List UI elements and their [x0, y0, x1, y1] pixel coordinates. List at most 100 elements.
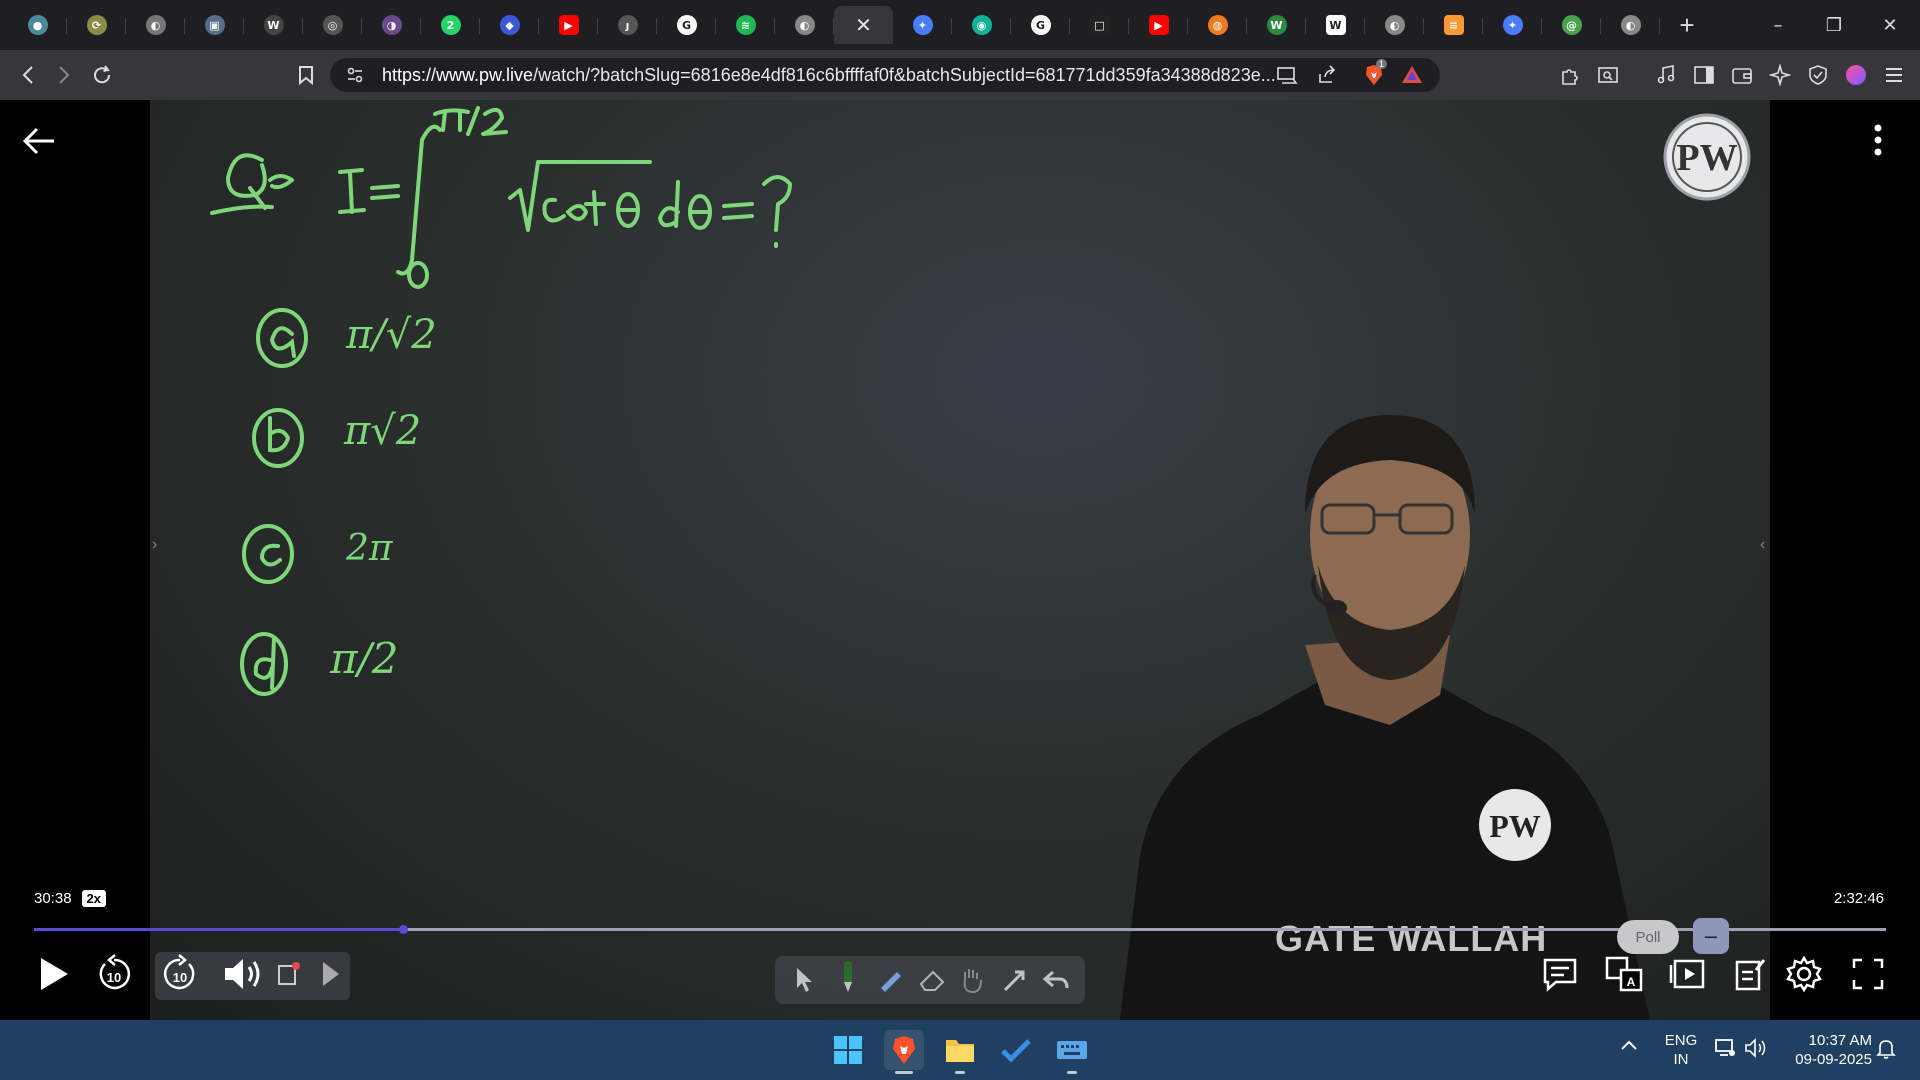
- bookmark-icon[interactable]: [290, 59, 322, 91]
- browser-tab[interactable]: ≡: [1424, 6, 1483, 44]
- browser-tab[interactable]: G: [1011, 6, 1070, 44]
- translate-icon[interactable]: A: [1604, 950, 1644, 998]
- leo-ai-icon[interactable]: [1768, 63, 1792, 87]
- restore-window-button[interactable]: ❐: [1806, 0, 1862, 50]
- browser-tab[interactable]: ▶: [1129, 6, 1188, 44]
- browser-tab[interactable]: ✦: [893, 6, 952, 44]
- profile-avatar[interactable]: [1844, 63, 1868, 87]
- start-button[interactable]: [828, 1030, 868, 1070]
- browser-tab[interactable]: ◐: [126, 6, 185, 44]
- cast-icon[interactable]: [1276, 64, 1298, 91]
- ai-chat-icon: ●: [27, 15, 48, 35]
- browser-tab[interactable]: G: [657, 6, 716, 44]
- volume-tray-icon[interactable]: [1744, 1038, 1768, 1063]
- browser-tab[interactable]: ▣: [185, 6, 244, 44]
- wallet-icon[interactable]: [1730, 63, 1754, 87]
- minimize-window-button[interactable]: –: [1750, 0, 1806, 50]
- browser-tab[interactable]: ◎: [303, 6, 362, 44]
- youtube-icon: ▶: [1148, 15, 1169, 35]
- pointer-tool-icon[interactable]: [793, 966, 817, 999]
- volume-button[interactable]: [220, 950, 266, 998]
- site-settings-icon[interactable]: [346, 66, 364, 89]
- left-panel-chevron-icon[interactable]: ›: [152, 536, 157, 554]
- reload-button[interactable]: [86, 59, 118, 91]
- browser-tab[interactable]: ▶: [539, 6, 598, 44]
- pen-tool-icon[interactable]: [837, 960, 859, 999]
- close-tab-icon: ✕: [855, 14, 872, 37]
- browser-tab[interactable]: ◍: [1188, 6, 1247, 44]
- seek-bar[interactable]: [34, 925, 1886, 934]
- browser-tab[interactable]: ◐: [1365, 6, 1424, 44]
- chat-icon[interactable]: [1540, 950, 1580, 998]
- back-arrow-icon[interactable]: [22, 126, 56, 161]
- slides-icon[interactable]: [1668, 950, 1708, 998]
- browser-tab[interactable]: @: [1542, 6, 1601, 44]
- browser-tab[interactable]: W: [1306, 6, 1365, 44]
- right-panel-chevron-icon[interactable]: ‹: [1760, 536, 1765, 554]
- current-time-label: 30:38: [34, 890, 72, 907]
- sidebar-toggle-icon[interactable]: [1692, 63, 1716, 87]
- extensions-icon[interactable]: [1558, 63, 1582, 87]
- taskbar-keyboard-icon[interactable]: [1052, 1030, 1092, 1074]
- address-bar[interactable]: https://www.pw.live/watch/?batchSlug=681…: [330, 58, 1440, 92]
- taskbar-todo-icon[interactable]: [996, 1030, 1036, 1070]
- next-tool-icon[interactable]: [316, 950, 346, 998]
- browser-tab[interactable]: ◐: [775, 6, 834, 44]
- brave-shields-icon[interactable]: 1: [1362, 59, 1388, 92]
- notification-bell-icon[interactable]: [1876, 1038, 1896, 1065]
- browser-tab[interactable]: ⟳: [67, 6, 126, 44]
- media-controls-icon[interactable]: [1654, 63, 1678, 87]
- new-tab-button[interactable]: +: [1668, 6, 1706, 44]
- clock[interactable]: 10:37 AM 09-09-2025: [1782, 1031, 1872, 1069]
- notes-icon[interactable]: [1730, 950, 1770, 998]
- hand-tool-icon[interactable]: [959, 966, 985, 999]
- forward-10-button[interactable]: 10: [160, 950, 200, 998]
- network-icon[interactable]: [1714, 1038, 1736, 1063]
- rewind-10-button[interactable]: 10: [94, 950, 134, 998]
- language-indicator[interactable]: ENG IN: [1664, 1031, 1698, 1069]
- svg-text:PW: PW: [1676, 137, 1737, 179]
- bookmark-tab-icon: ◆: [499, 15, 520, 35]
- play-button[interactable]: [34, 950, 74, 998]
- forward-button[interactable]: [48, 59, 80, 91]
- browser-tab[interactable]: ✕: [834, 6, 893, 44]
- video-player[interactable]: π/√2 π√2 2π π/2 › ‹ PW GATE WALLAH PW 30…: [0, 100, 1920, 1020]
- tray-chevron-up-icon[interactable]: [1620, 1038, 1638, 1057]
- brave-rewards-icon[interactable]: [1400, 63, 1424, 92]
- highlighter-tool-icon[interactable]: [877, 966, 905, 999]
- taskbar-file-explorer-icon[interactable]: [940, 1030, 980, 1074]
- share-icon[interactable]: [1316, 64, 1338, 91]
- browser-tab[interactable]: □: [1070, 6, 1129, 44]
- browser-tab[interactable]: W: [244, 6, 303, 44]
- close-window-button[interactable]: ✕: [1862, 0, 1918, 50]
- playback-speed-badge[interactable]: 2x: [81, 890, 107, 907]
- browser-tab[interactable]: ◐: [1601, 6, 1660, 44]
- browser-tab[interactable]: ◆: [480, 6, 539, 44]
- fullscreen-icon[interactable]: [1848, 950, 1888, 998]
- seek-bar-handle[interactable]: [398, 925, 408, 934]
- tab-list: ● ⟳ ◐ ▣ W ◎ ◑ 2 ◆ ▶ ȷ G ≋ ◐ ✕ ✦ ◉ G □ ▶ ◍ W W ◐ ≡ ✦ @ ◐: [8, 6, 1660, 44]
- browser-tab[interactable]: ◑: [362, 6, 421, 44]
- browser-tab[interactable]: ✦: [1483, 6, 1542, 44]
- minimize-poll-button[interactable]: –: [1693, 918, 1729, 954]
- more-options-icon[interactable]: [1866, 120, 1890, 160]
- back-button[interactable]: [12, 59, 44, 91]
- reader-icon[interactable]: [1596, 63, 1620, 87]
- taskbar-brave-icon[interactable]: [884, 1030, 924, 1074]
- browser-tab[interactable]: ≋: [716, 6, 775, 44]
- menu-icon[interactable]: [1882, 63, 1906, 87]
- notes-tool-icon[interactable]: [274, 950, 304, 998]
- globe-icon: ◐: [1384, 15, 1405, 35]
- undo-tool-icon[interactable]: [1041, 966, 1071, 999]
- browser-tab[interactable]: W: [1247, 6, 1306, 44]
- svg-text:A: A: [1627, 975, 1636, 989]
- browser-tab[interactable]: ȷ: [598, 6, 657, 44]
- eraser-tool-icon[interactable]: [917, 966, 947, 999]
- settings-gear-icon[interactable]: [1784, 950, 1824, 998]
- browser-tab[interactable]: ●: [8, 6, 67, 44]
- browser-tab[interactable]: 2: [421, 6, 480, 44]
- vpn-shield-icon[interactable]: [1806, 63, 1830, 87]
- browser-tab[interactable]: ◉: [952, 6, 1011, 44]
- line-tool-icon[interactable]: [1001, 966, 1029, 999]
- poll-button[interactable]: Poll: [1617, 920, 1679, 954]
